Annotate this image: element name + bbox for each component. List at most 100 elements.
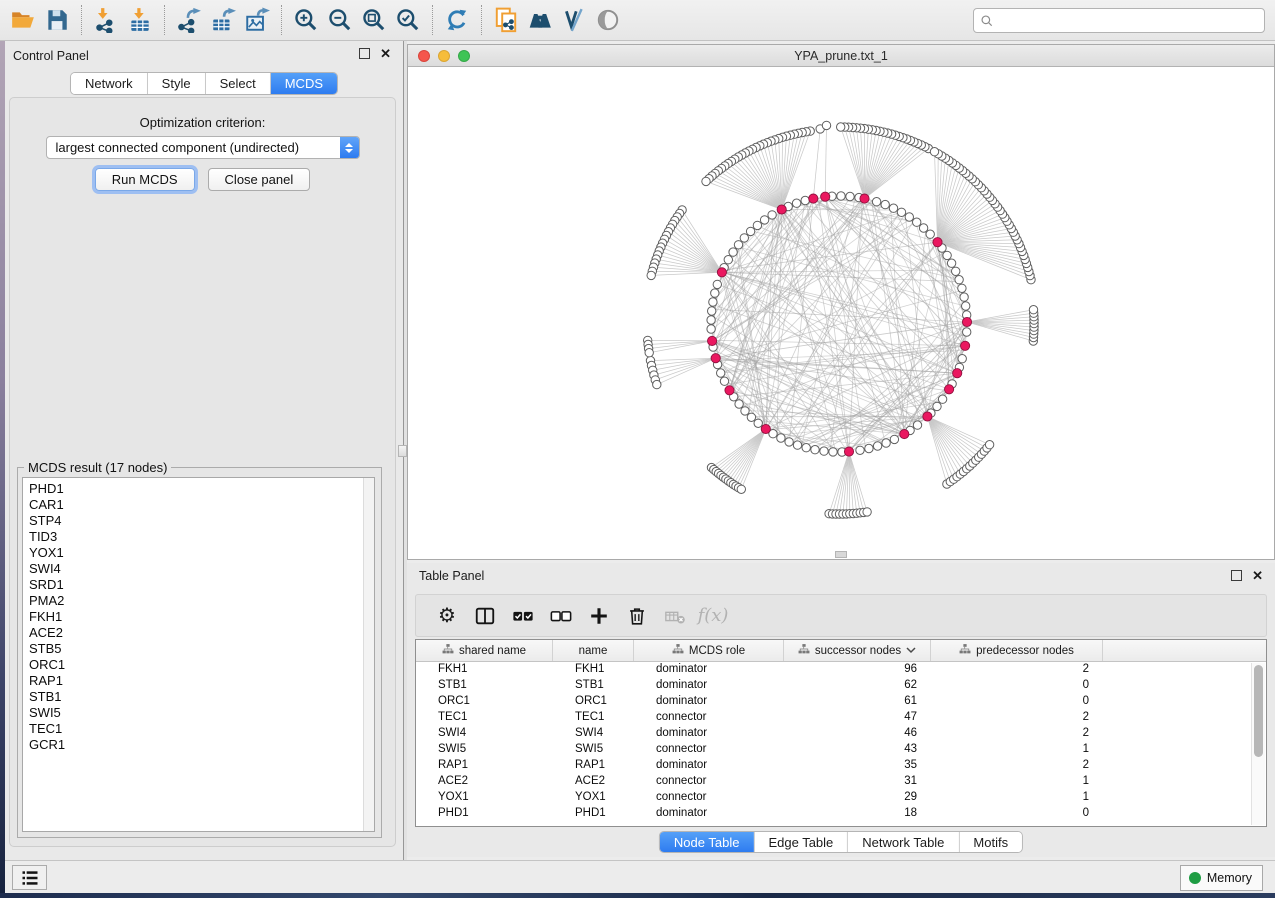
column-header-shared-name[interactable]: shared name	[416, 640, 553, 661]
list-item[interactable]: ORC1	[29, 657, 374, 673]
list-item[interactable]: STB5	[29, 641, 374, 657]
column-header-MCDS-role[interactable]: MCDS role	[634, 640, 784, 661]
list-item[interactable]: YOX1	[29, 545, 374, 561]
close-panel-button[interactable]: Close panel	[208, 168, 311, 191]
canvas-splitter-handle[interactable]	[835, 551, 847, 558]
sort-desc-icon	[906, 645, 916, 657]
float-panel-icon[interactable]	[359, 48, 370, 59]
table-row[interactable]: YOX1YOX1connector291	[416, 790, 1266, 806]
list-item[interactable]: CAR1	[29, 497, 374, 513]
table-panel: Table Panel ✕ ⚙ f(x)	[407, 563, 1275, 857]
close-panel-icon[interactable]: ✕	[380, 48, 391, 59]
tab-style[interactable]: Style	[148, 73, 206, 94]
delete-table-icon	[656, 601, 694, 631]
list-item[interactable]: SWI5	[29, 705, 374, 721]
optimization-criterion-label: Optimization criterion:	[10, 115, 395, 130]
import-network-icon[interactable]	[89, 3, 123, 37]
tab-network[interactable]: Network	[71, 73, 148, 94]
deselect-all-rows-icon[interactable]	[542, 601, 580, 631]
table-row[interactable]: PHD1PHD1dominator180	[416, 806, 1266, 822]
network-search-box[interactable]	[973, 8, 1265, 33]
node-table-header: shared namenameMCDS rolesuccessor nodesp…	[416, 640, 1266, 662]
add-column-icon[interactable]	[580, 601, 618, 631]
table-scrollbar[interactable]	[1251, 663, 1265, 825]
export-image-icon[interactable]	[240, 3, 274, 37]
tab-node-table[interactable]: Node Table	[660, 832, 755, 852]
float-table-panel-icon[interactable]	[1231, 570, 1242, 581]
table-tabs: Node TableEdge TableNetwork TableMotifs	[659, 831, 1023, 853]
clone-network-icon[interactable]	[489, 3, 523, 37]
toggle-birds-eye-icon[interactable]	[591, 3, 625, 37]
list-item[interactable]: PHD1	[29, 481, 374, 497]
list-item[interactable]: TEC1	[29, 721, 374, 737]
mcds-result-list[interactable]: PHD1CAR1STP4TID3YOX1SWI4SRD1PMA2FKH1ACE2…	[22, 477, 375, 832]
run-mcds-button[interactable]: Run MCDS	[95, 168, 195, 191]
list-item[interactable]: SWI4	[29, 561, 374, 577]
zoom-fit-icon[interactable]	[357, 3, 391, 37]
list-item[interactable]: ACE2	[29, 625, 374, 641]
save-session-icon[interactable]	[40, 3, 74, 37]
zoom-out-icon[interactable]	[323, 3, 357, 37]
optimization-criterion-select[interactable]: largest connected component (undirected)	[46, 136, 360, 159]
list-item[interactable]: STB1	[29, 689, 374, 705]
zoom-selected-icon[interactable]	[391, 3, 425, 37]
refresh-icon[interactable]	[440, 3, 474, 37]
table-scrollbar-thumb[interactable]	[1254, 665, 1263, 757]
list-item[interactable]: SRD1	[29, 577, 374, 593]
toolbar-separator	[481, 5, 482, 35]
memory-button[interactable]: Memory	[1180, 865, 1263, 891]
list-item[interactable]: STP4	[29, 513, 374, 529]
tab-motifs[interactable]: Motifs	[959, 832, 1022, 852]
show-task-history-button[interactable]	[12, 865, 47, 890]
toolbar-separator	[164, 5, 165, 35]
list-item[interactable]: TID3	[29, 529, 374, 545]
network-window-titlebar[interactable]: YPA_prune.txt_1	[408, 45, 1274, 67]
table-row[interactable]: ORC1ORC1dominator610	[416, 694, 1266, 710]
table-row[interactable]: ACE2ACE2connector311	[416, 774, 1266, 790]
table-row[interactable]: TEC1TEC1connector472	[416, 710, 1266, 726]
zoom-in-icon[interactable]	[289, 3, 323, 37]
network-window-title: YPA_prune.txt_1	[408, 49, 1274, 63]
list-item[interactable]: GCR1	[29, 737, 374, 753]
list-item[interactable]: FKH1	[29, 609, 374, 625]
list-item[interactable]: RAP1	[29, 673, 374, 689]
mcds-result-title: MCDS result (17 nodes)	[24, 460, 171, 475]
tab-network-table[interactable]: Network Table	[848, 832, 959, 852]
status-bar: Memory	[5, 860, 1275, 893]
column-header-successor-nodes[interactable]: successor nodes	[784, 640, 931, 661]
column-header-predecessor-nodes[interactable]: predecessor nodes	[931, 640, 1103, 661]
cytoscape-window: Control Panel ✕ NetworkStyleSelectMCDS O…	[0, 0, 1275, 898]
tab-mcds[interactable]: MCDS	[271, 73, 337, 94]
table-panel-title: Table Panel	[419, 569, 484, 583]
export-network-icon[interactable]	[172, 3, 206, 37]
control-panel-title: Control Panel	[13, 49, 89, 63]
vertical-splitter-handle[interactable]	[398, 445, 407, 457]
toolbar-separator	[432, 5, 433, 35]
import-table-icon[interactable]	[123, 3, 157, 37]
table-row[interactable]: SWI4SWI4dominator462	[416, 726, 1266, 742]
table-settings-icon[interactable]: ⚙	[428, 601, 466, 631]
table-row[interactable]: FKH1FKH1dominator962	[416, 662, 1266, 678]
delete-column-icon[interactable]	[618, 601, 656, 631]
export-table-icon[interactable]	[206, 3, 240, 37]
tab-edge-table[interactable]: Edge Table	[754, 832, 848, 852]
tree-column-icon	[672, 643, 684, 658]
search-input[interactable]	[998, 14, 1258, 28]
function-builder-icon: f(x)	[694, 601, 732, 631]
table-row[interactable]: RAP1RAP1dominator352	[416, 758, 1266, 774]
open-session-icon[interactable]	[6, 3, 40, 37]
toggle-graphics-details-icon[interactable]	[557, 3, 591, 37]
search-network-icon[interactable]	[523, 3, 557, 37]
main-toolbar	[0, 0, 1275, 41]
table-toolbar: ⚙ f(x)	[415, 594, 1267, 637]
mcds-list-scrollbar[interactable]	[363, 478, 374, 831]
column-header-name[interactable]: name	[553, 640, 634, 661]
split-panel-icon[interactable]	[466, 601, 504, 631]
list-item[interactable]: PMA2	[29, 593, 374, 609]
table-row[interactable]: STB1STB1dominator620	[416, 678, 1266, 694]
tab-select[interactable]: Select	[206, 73, 271, 94]
close-table-panel-icon[interactable]: ✕	[1252, 570, 1263, 581]
network-canvas[interactable]	[408, 67, 1274, 559]
select-all-rows-icon[interactable]	[504, 601, 542, 631]
table-row[interactable]: SWI5SWI5connector431	[416, 742, 1266, 758]
